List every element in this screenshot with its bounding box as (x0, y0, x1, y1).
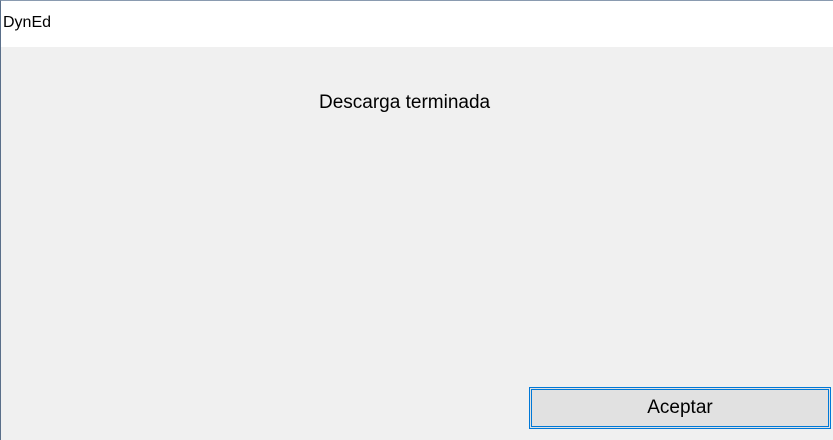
title-bar[interactable]: DynEd (1, 1, 833, 47)
window-title: DynEd (3, 14, 52, 31)
accept-button[interactable]: Aceptar (529, 387, 831, 429)
status-message: Descarga terminada (319, 92, 491, 113)
dialog-body: Descarga terminada Aceptar (1, 47, 833, 440)
dialog-window: DynEd Descarga terminada Aceptar (0, 0, 833, 440)
